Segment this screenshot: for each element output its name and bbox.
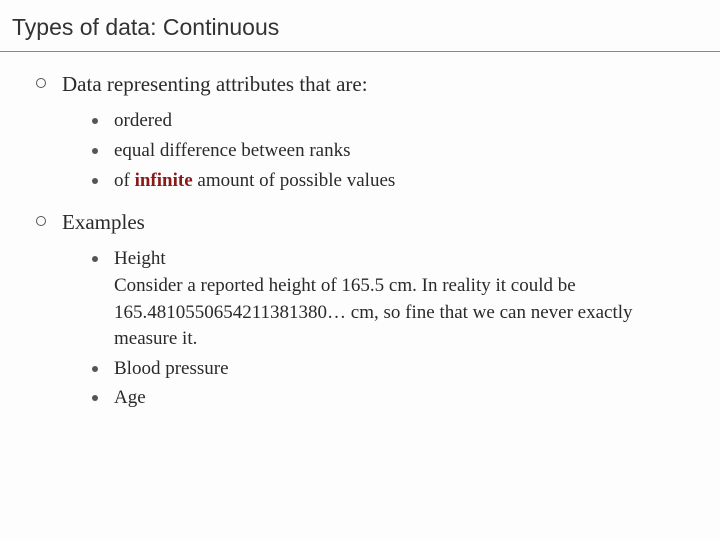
slide-title: Types of data: Continuous [0,0,720,52]
bullet-dot-icon [92,148,98,154]
bullet-open-icon [36,216,46,226]
list-text: ordered [114,108,684,135]
bullet-dot-icon [92,256,98,262]
text-prefix: of [114,170,135,191]
list-text: Height Consider a reported height of 165… [114,246,684,352]
list-item: Height Consider a reported height of 165… [92,246,684,352]
list-item: Data representing attributes that are: [36,70,684,98]
section-heading: Data representing attributes that are: [62,70,684,98]
bullet-dot-icon [92,366,98,372]
list-text: Blood pressure [114,356,684,383]
text-suffix: amount of possible values [193,170,396,191]
bullet-dot-icon [92,395,98,401]
sublist: ordered equal difference between ranks o… [36,108,684,194]
list-item: equal difference between ranks [92,138,684,165]
sublist: Height Consider a reported height of 165… [36,246,684,412]
list-item: Age [92,385,684,412]
bullet-open-icon [36,78,46,88]
section-heading: Examples [62,208,684,236]
keyword-infinite: infinite [135,170,193,191]
list-text: of infinite amount of possible values [114,168,684,195]
list-item: of infinite amount of possible values [92,168,684,195]
list-item: ordered [92,108,684,135]
slide-content: Data representing attributes that are: o… [0,52,720,412]
list-item: Blood pressure [92,356,684,383]
list-item: Examples [36,208,684,236]
bullet-dot-icon [92,178,98,184]
bullet-dot-icon [92,118,98,124]
list-text: equal difference between ranks [114,138,684,165]
list-text: Age [114,385,684,412]
